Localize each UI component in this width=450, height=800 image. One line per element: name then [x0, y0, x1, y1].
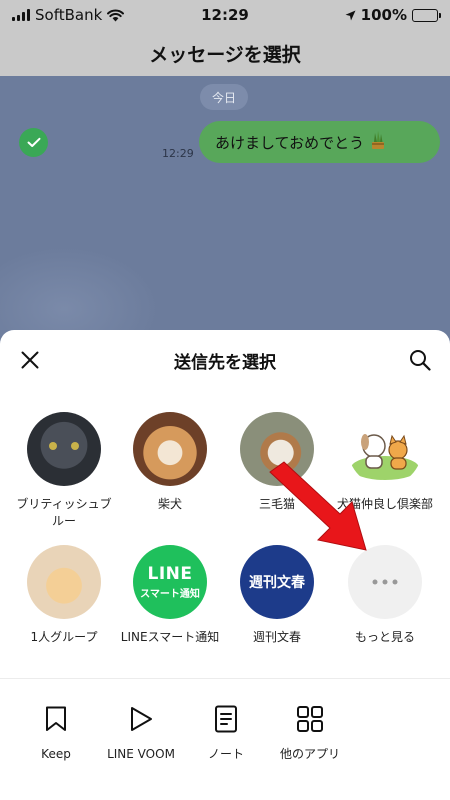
share-target-sheet: 送信先を選択 ブリティッシュブルー 柴犬 三毛猫 犬猫仲良し倶楽部 1人グループ… [0, 330, 450, 800]
contact-name: ブリティッシュブルー [16, 497, 112, 528]
app-label: 他のアプリ [279, 747, 340, 761]
kadomatsu-emoji-icon [370, 130, 386, 154]
battery-percent: 100% [360, 6, 407, 24]
voom-play-icon [126, 704, 156, 734]
battery-icon [412, 8, 441, 22]
carrier-info: SoftBank [12, 6, 125, 24]
avatar [27, 545, 101, 619]
ellipsis-icon [372, 579, 398, 585]
contact-name: 1人グループ [30, 630, 98, 644]
message-time: 12:29 [162, 147, 194, 160]
contact-name: もっと見る [354, 630, 415, 644]
carrier-name: SoftBank [35, 6, 103, 24]
app-other-apps[interactable]: 他のアプリ [260, 704, 360, 763]
contact-shukan-bunshun[interactable]: 週刊文春 週刊文春 [225, 545, 329, 646]
more-circle [348, 545, 422, 619]
bookmark-icon [41, 704, 71, 734]
note-icon [211, 704, 241, 734]
contact-name: 三毛猫 [258, 497, 295, 511]
date-label: 今日 [200, 84, 248, 110]
avatar [240, 412, 314, 486]
contact-calico[interactable]: 三毛猫 [225, 412, 329, 513]
see-more-button[interactable]: もっと見る [333, 545, 437, 646]
line-logo-text: LINE [147, 564, 193, 584]
message-select-checkbox[interactable] [19, 128, 48, 157]
avatar [348, 412, 422, 486]
avatar [27, 412, 101, 486]
chat-area: 今日 12:29 あけましておめでとう [0, 76, 450, 336]
status-right: 100% [345, 6, 441, 24]
avatar: 週刊文春 [240, 545, 314, 619]
contact-name: LINEスマート通知 [120, 630, 220, 644]
contact-dog-cat-club[interactable]: 犬猫仲良し倶楽部 [333, 412, 437, 513]
checkmark-icon [27, 137, 40, 147]
apps-grid-icon [295, 704, 325, 734]
status-bar: SoftBank 12:29 100% [0, 0, 450, 30]
contact-name: 犬猫仲良し倶楽部 [336, 497, 433, 511]
contact-name: 週刊文春 [252, 630, 301, 644]
divider [0, 678, 450, 679]
search-button[interactable] [405, 345, 435, 375]
avatar [133, 412, 207, 486]
contact-shiba[interactable]: 柴犬 [118, 412, 222, 513]
location-icon [345, 10, 356, 20]
close-button[interactable] [15, 345, 45, 375]
search-icon [410, 350, 431, 371]
avatar: LINE スマート通知 [133, 545, 207, 619]
sheet-header: 送信先を選択 [0, 330, 450, 390]
wifi-icon [107, 9, 125, 21]
page-title: メッセージを選択 [0, 30, 450, 76]
contact-british-blue[interactable]: ブリティッシュブルー [12, 412, 116, 530]
bunshun-logo-text: 週刊文春 [249, 575, 305, 591]
contact-line-smart-notice[interactable]: LINE スマート通知 LINEスマート通知 [118, 545, 222, 646]
line-logo-subtext: スマート通知 [140, 589, 200, 600]
signal-icon [12, 9, 30, 21]
contact-one-person-group[interactable]: 1人グループ [12, 545, 116, 646]
sheet-title: 送信先を選択 [174, 352, 276, 373]
message-bubble[interactable]: あけましておめでとう [199, 121, 440, 163]
close-icon [21, 351, 39, 369]
message-text: あけましておめでとう [215, 133, 365, 152]
contact-name: 柴犬 [157, 497, 182, 511]
